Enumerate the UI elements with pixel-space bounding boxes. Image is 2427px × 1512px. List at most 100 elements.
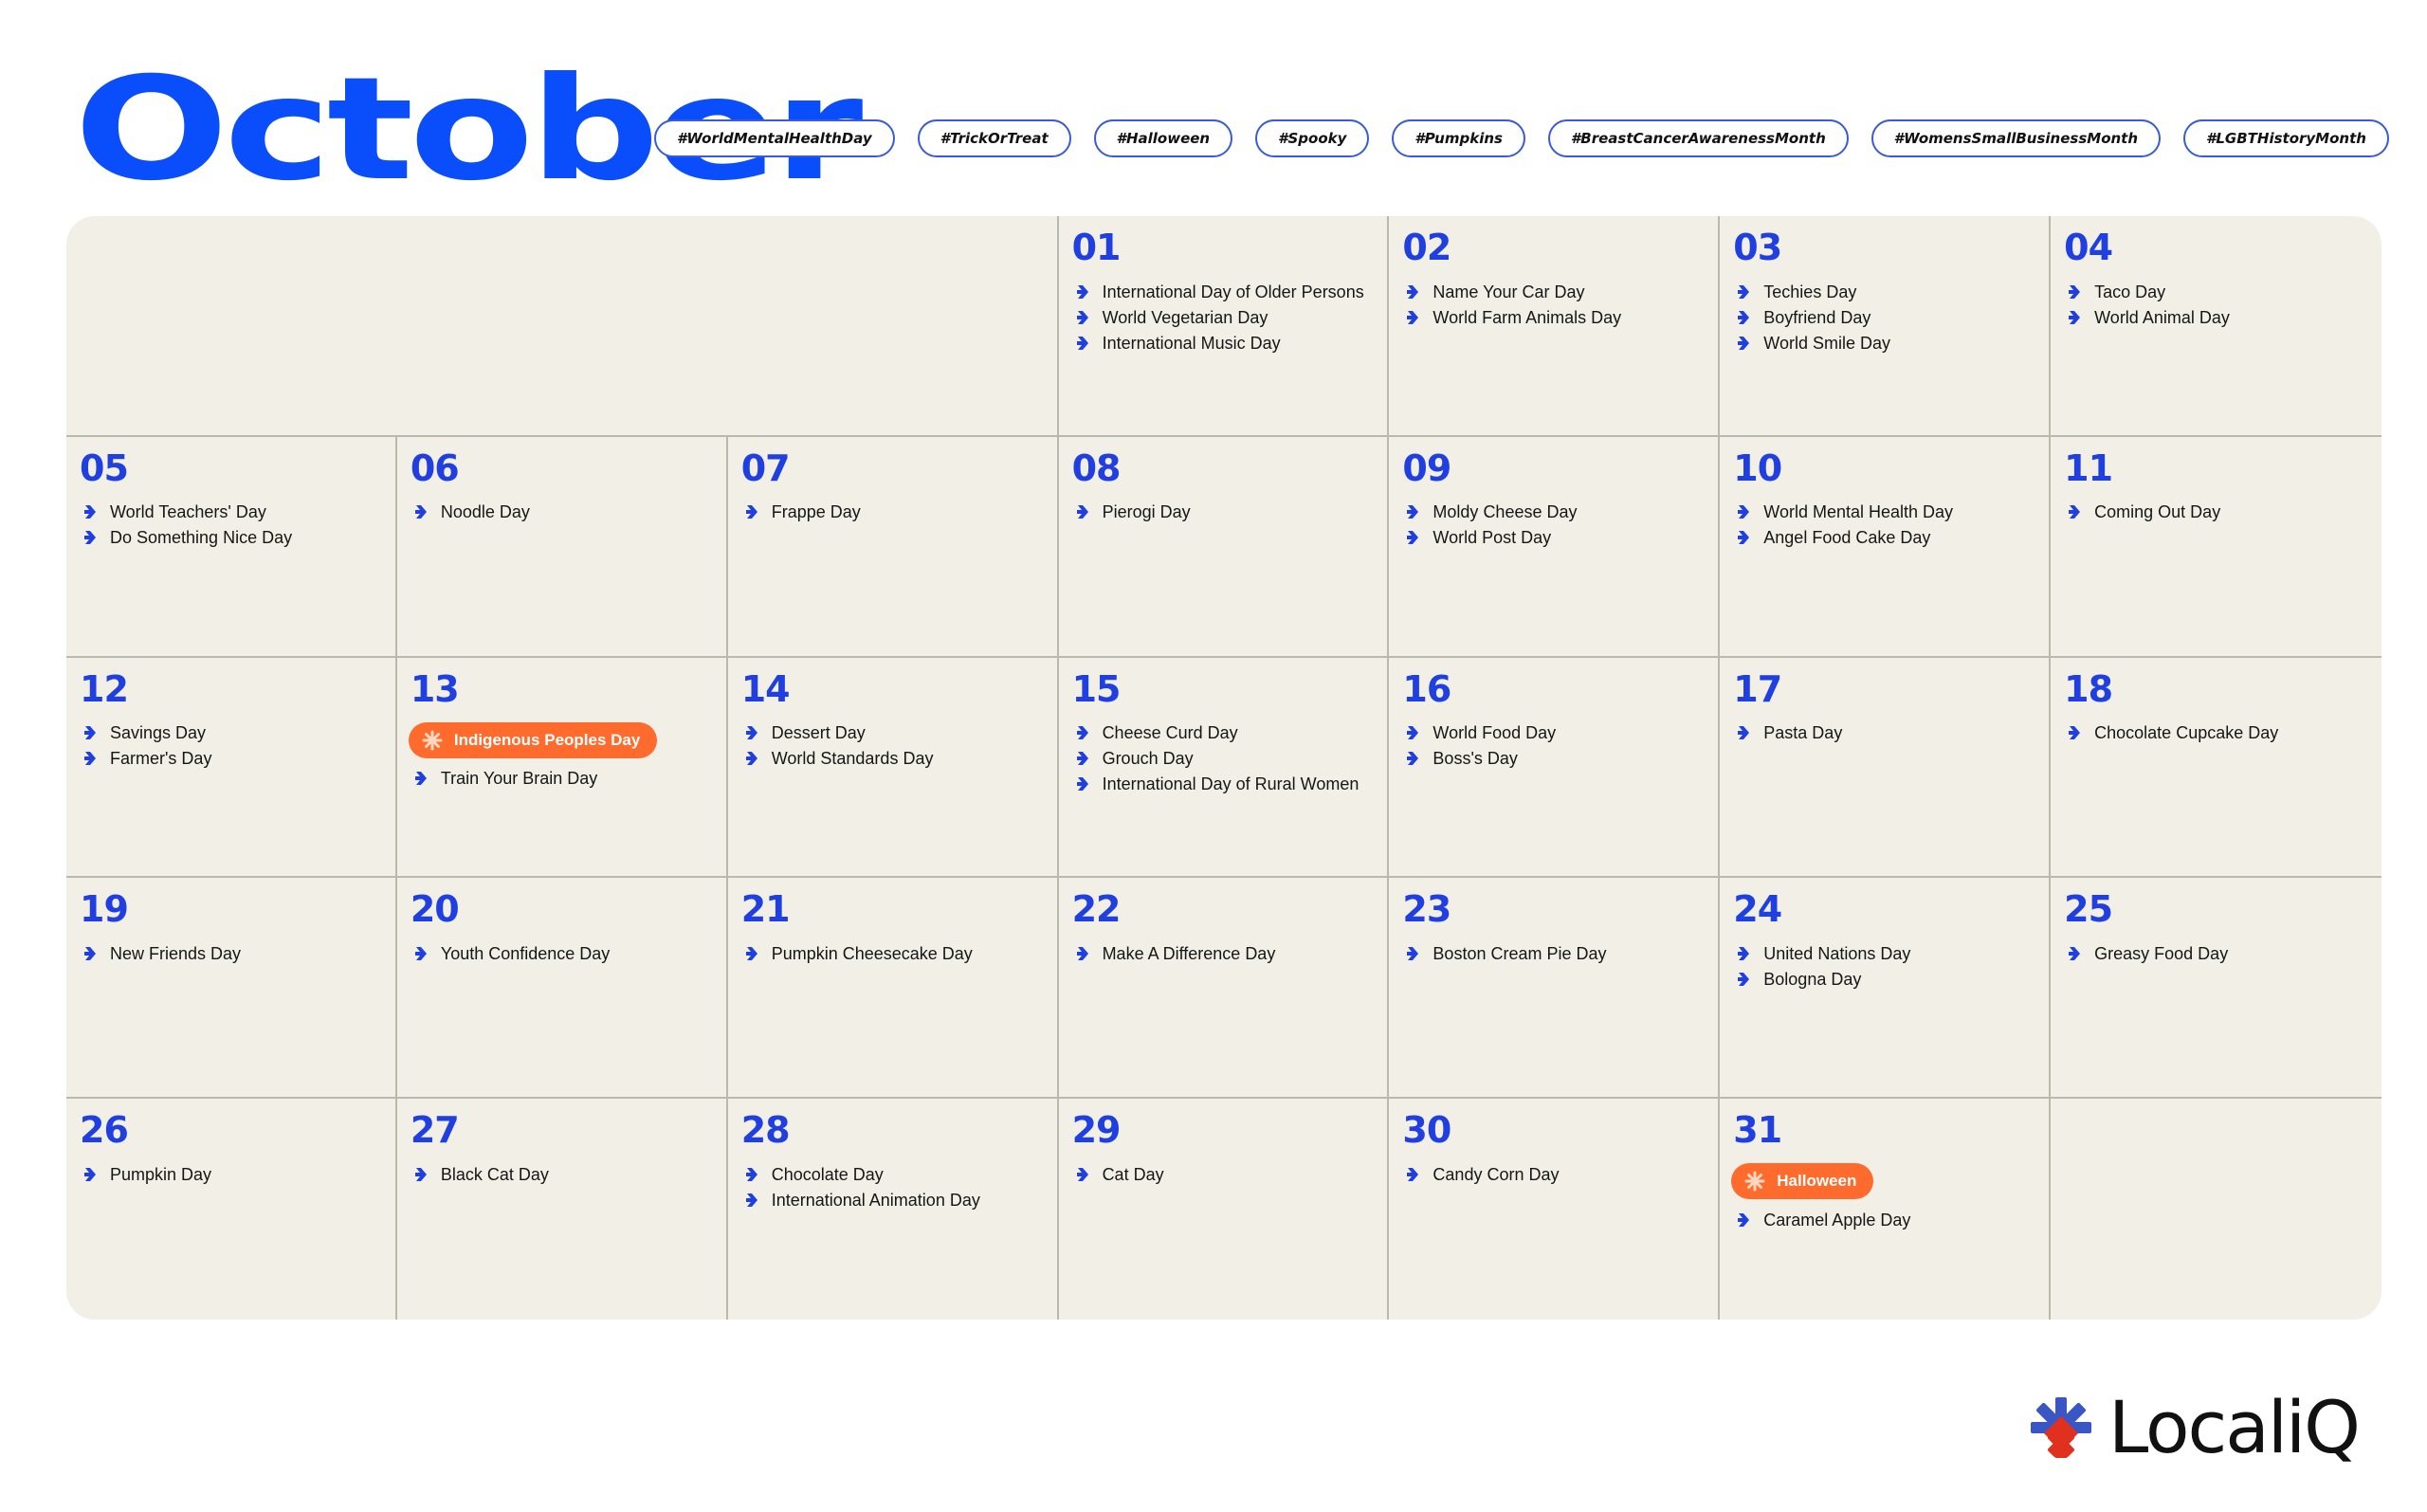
event-item[interactable]: Coming Out Day bbox=[2064, 500, 2368, 525]
event-label: Chocolate Day bbox=[771, 1164, 884, 1184]
event-item[interactable]: World Standards Day bbox=[741, 746, 1044, 772]
event-item[interactable]: Pumpkin Day bbox=[80, 1161, 382, 1187]
event-item[interactable]: Do Something Nice Day bbox=[80, 525, 382, 551]
chevron-right-icon bbox=[1076, 284, 1089, 300]
event-item[interactable]: World Post Day bbox=[1402, 525, 1705, 551]
holiday-badge[interactable]: Halloween bbox=[1731, 1163, 1874, 1200]
event-item[interactable]: Caramel Apple Day bbox=[1733, 1207, 2035, 1232]
chevron-right-icon bbox=[414, 1167, 428, 1182]
day-number: 06 bbox=[410, 446, 460, 489]
hashtag-pill[interactable]: #BreastCancerAwarenessMonth bbox=[1547, 119, 1849, 157]
event-item[interactable]: Pasta Day bbox=[1733, 720, 2035, 746]
event-label: Do Something Nice Day bbox=[110, 528, 293, 548]
event-item[interactable]: United Nations Day bbox=[1733, 940, 2035, 966]
event-label: Make A Difference Day bbox=[1102, 943, 1276, 963]
day-cell: 12 Savings Day Farmer's Day bbox=[66, 657, 397, 879]
day-number: 21 bbox=[740, 888, 791, 931]
event-item[interactable]: Make A Difference Day bbox=[1072, 940, 1375, 966]
event-item[interactable]: Boyfriend Day bbox=[1733, 304, 2035, 330]
event-item[interactable]: Cat Day bbox=[1072, 1161, 1375, 1187]
empty-day-cell bbox=[66, 216, 397, 437]
day-cell: 26 Pumpkin Day bbox=[66, 1099, 397, 1320]
day-number: 27 bbox=[410, 1109, 460, 1152]
event-list: Pumpkin Cheesecake Day bbox=[741, 940, 1044, 966]
event-item[interactable]: Chocolate Cupcake Day bbox=[2064, 720, 2368, 746]
event-item[interactable]: World Animal Day bbox=[2064, 304, 2368, 330]
event-item[interactable]: Chocolate Day bbox=[741, 1161, 1044, 1187]
logo-wordmark: LocaliQ bbox=[2108, 1385, 2361, 1469]
event-item[interactable]: Name Your Car Day bbox=[1402, 279, 1705, 304]
event-item[interactable]: Bologna Day bbox=[1733, 966, 2035, 992]
event-item[interactable]: International Music Day bbox=[1072, 330, 1375, 355]
chevron-right-icon bbox=[414, 504, 428, 519]
event-item[interactable]: Angel Food Cake Day bbox=[1733, 525, 2035, 551]
event-list: Chocolate Day International Animation Day bbox=[741, 1161, 1044, 1212]
hashtag-pill[interactable]: #WorldMentalHealthDay bbox=[654, 119, 895, 157]
event-item[interactable]: Youth Confidence Day bbox=[411, 940, 713, 966]
event-item[interactable]: Pierogi Day bbox=[1072, 500, 1375, 525]
event-item[interactable]: Moldy Cheese Day bbox=[1402, 500, 1705, 525]
hashtag-pill[interactable]: #Spooky bbox=[1255, 119, 1370, 157]
hashtag-pill[interactable]: #LGBTHistoryMonth bbox=[2182, 119, 2389, 157]
chevron-right-icon bbox=[745, 1193, 758, 1208]
event-item[interactable]: Greasy Food Day bbox=[2064, 940, 2368, 966]
event-label: Pierogi Day bbox=[1102, 502, 1191, 522]
event-item[interactable]: Black Cat Day bbox=[411, 1161, 713, 1187]
chevron-right-icon bbox=[2068, 284, 2081, 300]
event-list: World Food Day Boss's Day bbox=[1402, 720, 1705, 772]
chevron-right-icon bbox=[1737, 284, 1750, 300]
day-cell: 04 Taco Day World Animal Day bbox=[2051, 216, 2381, 437]
burst-icon bbox=[422, 730, 443, 751]
event-item[interactable]: World Farm Animals Day bbox=[1402, 304, 1705, 330]
event-item[interactable]: Noodle Day bbox=[411, 500, 713, 525]
event-item[interactable]: International Day of Rural Women bbox=[1072, 772, 1375, 797]
event-item[interactable]: Frappe Day bbox=[741, 500, 1044, 525]
empty-day-cell bbox=[727, 216, 1059, 437]
event-label: World Food Day bbox=[1432, 723, 1557, 743]
hashtag-pill[interactable]: #TrickOrTreat bbox=[917, 119, 1071, 157]
event-item[interactable]: World Vegetarian Day bbox=[1072, 304, 1375, 330]
event-item[interactable]: World Smile Day bbox=[1733, 330, 2035, 355]
event-item[interactable]: Dessert Day bbox=[741, 720, 1044, 746]
event-label: Techies Day bbox=[1763, 282, 1857, 301]
event-item[interactable]: International Animation Day bbox=[741, 1187, 1044, 1212]
chevron-right-icon bbox=[1737, 530, 1750, 545]
event-label: Pumpkin Day bbox=[110, 1164, 212, 1184]
event-item[interactable]: Farmer's Day bbox=[80, 746, 382, 772]
day-number: 18 bbox=[2064, 667, 2113, 710]
hashtag-pill[interactable]: #Pumpkins bbox=[1392, 119, 1525, 157]
event-item[interactable]: Boston Cream Pie Day bbox=[1402, 940, 1705, 966]
event-item[interactable]: Boss's Day bbox=[1402, 746, 1705, 772]
holiday-badge[interactable]: Indigenous Peoples Day bbox=[408, 721, 658, 758]
event-item[interactable]: Grouch Day bbox=[1072, 746, 1375, 772]
hashtag-pill[interactable]: #Halloween bbox=[1093, 119, 1233, 157]
event-list: Pasta Day bbox=[1733, 720, 2035, 746]
event-label: United Nations Day bbox=[1763, 943, 1911, 963]
event-item[interactable]: International Day of Older Persons bbox=[1072, 279, 1375, 304]
event-item[interactable]: Techies Day bbox=[1733, 279, 2035, 304]
event-label: World Teachers' Day bbox=[110, 502, 266, 522]
day-cell: 10 World Mental Health Day Angel Food Cake… bbox=[1720, 436, 2052, 658]
chevron-right-icon bbox=[83, 504, 97, 519]
hashtag-pill[interactable]: #WomensSmallBusinessMonth bbox=[1870, 119, 2162, 157]
day-cell: 09 Moldy Cheese Day World Post Day bbox=[1389, 436, 1721, 658]
chevron-right-icon bbox=[745, 946, 758, 961]
chevron-right-icon bbox=[2068, 725, 2081, 740]
event-label: New Friends Day bbox=[110, 943, 242, 963]
event-item[interactable]: World Mental Health Day bbox=[1733, 500, 2035, 525]
event-label: Candy Corn Day bbox=[1432, 1164, 1560, 1184]
event-item[interactable]: World Food Day bbox=[1402, 720, 1705, 746]
chevron-right-icon bbox=[2068, 504, 2081, 519]
event-item[interactable]: Taco Day bbox=[2064, 279, 2368, 304]
event-item[interactable]: Cheese Curd Day bbox=[1072, 720, 1375, 746]
event-item[interactable]: World Teachers' Day bbox=[80, 500, 382, 525]
event-item[interactable]: New Friends Day bbox=[80, 940, 382, 966]
event-item[interactable]: Savings Day bbox=[80, 720, 382, 746]
event-item[interactable]: Candy Corn Day bbox=[1402, 1161, 1705, 1187]
chevron-right-icon bbox=[1406, 530, 1419, 545]
day-cell: 14 Dessert Day World Standards Day bbox=[727, 657, 1059, 879]
day-cell: 07 Frappe Day bbox=[727, 436, 1059, 658]
day-cell: 11 Coming Out Day bbox=[2051, 437, 2381, 658]
event-item[interactable]: Train Your Brain Day bbox=[411, 766, 713, 792]
event-item[interactable]: Pumpkin Cheesecake Day bbox=[741, 940, 1044, 966]
